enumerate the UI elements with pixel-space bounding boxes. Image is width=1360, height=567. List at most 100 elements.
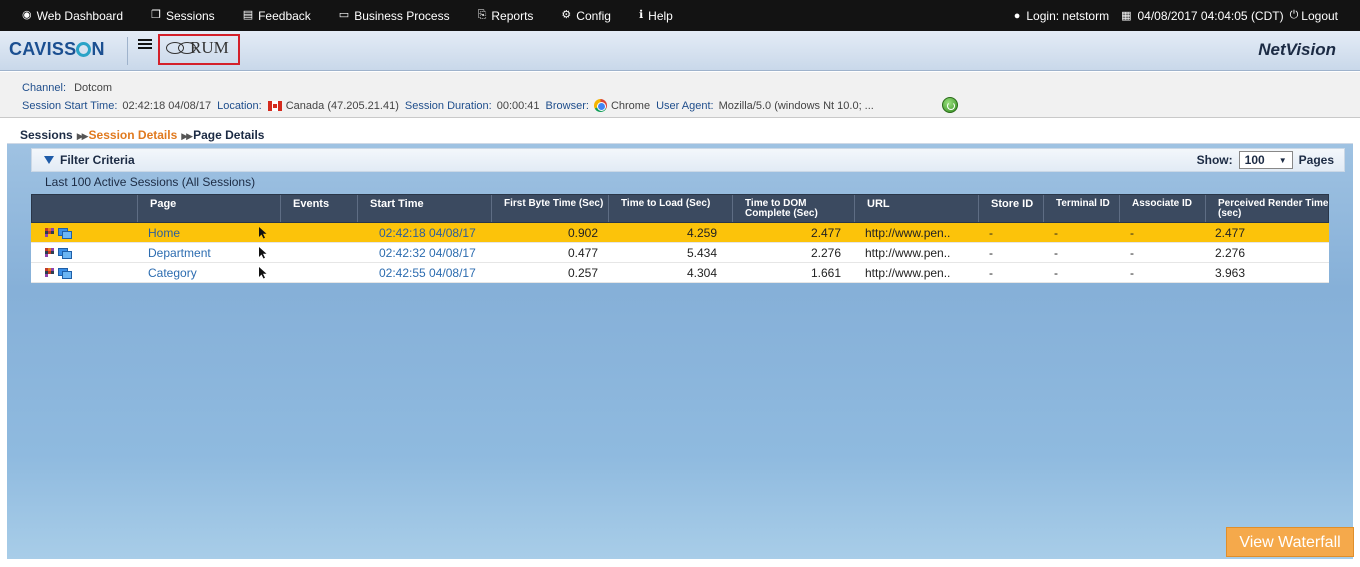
page-grid-icon[interactable]	[45, 228, 54, 237]
column-header[interactable]: URL	[854, 195, 978, 222]
url-value[interactable]: http://www.pen..	[865, 263, 970, 283]
table-row[interactable]: Department 02:42:32 04/08/17 0.477 5.434 2.2…	[31, 243, 1329, 263]
column-header[interactable]: Store ID	[978, 195, 1043, 222]
column-header[interactable]: Time to DOM Complete (Sec)	[732, 195, 854, 222]
nav-item-help[interactable]: ℹ Help	[625, 0, 687, 31]
nav-item-label: Help	[648, 8, 673, 23]
location-value: Canada (47.205.21.41)	[285, 99, 399, 112]
canada-flag-icon	[267, 100, 282, 111]
table-row[interactable]: Category 02:42:55 04/08/17 0.257 4.304 1.661…	[31, 263, 1329, 283]
channel-row: Channel: Dotcom	[22, 82, 118, 94]
logout-link[interactable]: ⏻ Logout	[1290, 9, 1338, 23]
terminal-id-value: -	[1054, 226, 1058, 240]
cursor-icon[interactable]	[258, 226, 268, 239]
nav-item-business-process[interactable]: ▭ Business Process	[325, 0, 464, 31]
first-byte-value: 0.477	[567, 246, 598, 260]
calendar-icon: ▦	[1121, 10, 1132, 22]
table-header: Page Events Start Time First Byte Time (Sec…	[31, 194, 1329, 223]
page-name-link[interactable]: Category	[148, 263, 258, 283]
sessions-panel: Filter Criteria Show: 100 ▼ Pages Last 1…	[7, 144, 1353, 559]
page-screens-icon[interactable]	[58, 248, 72, 259]
channel-label: Channel:	[22, 82, 67, 94]
breadcrumb-page-details[interactable]: Page Details	[193, 128, 264, 142]
show-count-select[interactable]: 100 ▼	[1238, 151, 1293, 169]
column-header[interactable]: Start Time	[357, 195, 491, 222]
page-screens-icon[interactable]	[58, 228, 72, 239]
column-header[interactable]: Page	[137, 195, 280, 222]
sessions-icon: ❐	[151, 9, 161, 21]
cavisson-logo: CAVISS N	[9, 39, 105, 60]
nav-item-web-dashboard[interactable]: ◉ Web Dashboard	[0, 0, 137, 31]
duration-label: Session Duration:	[404, 99, 492, 112]
show-count-value: 100	[1244, 153, 1265, 167]
nav-item-config[interactable]: ⚙ Config	[547, 0, 625, 31]
page-grid-icon[interactable]	[45, 268, 54, 277]
user-icon: ●	[1013, 9, 1021, 22]
url-value[interactable]: http://www.pen..	[865, 223, 970, 243]
breadcrumb-session-details[interactable]: Session Details	[89, 128, 178, 142]
url-value[interactable]: http://www.pen..	[865, 243, 970, 263]
session-info-bar: Channel: Dotcom Session Start Time: 02:4…	[0, 72, 1360, 118]
power-icon: ⏻	[1289, 9, 1299, 21]
show-control: Show: 100 ▼ Pages	[1197, 151, 1334, 169]
main-content: Sessions ▶▶ Session Details ▶▶ Page Details …	[0, 119, 1360, 567]
render-time-value: 3.963	[1215, 266, 1246, 280]
view-waterfall-button[interactable]: View Waterfall	[1226, 527, 1354, 557]
dropdown-arrow-icon: ▼	[1278, 155, 1287, 165]
nav-item-label: Feedback	[258, 8, 311, 23]
page-details-table: Page Events Start Time First Byte Time (Sec…	[31, 194, 1329, 556]
nav-right: ● Login: netstorm ▦ 04/08/2017 04:04:05 …	[1014, 0, 1360, 31]
column-header[interactable]	[32, 195, 137, 222]
sessions-count-label: Last 100 Active Sessions (All Sessions)	[45, 175, 256, 189]
dom-complete-value: 2.477	[810, 226, 841, 240]
cursor-icon[interactable]	[258, 266, 268, 279]
nav-item-label: Reports	[491, 8, 534, 23]
nav-item-feedback[interactable]: ▤ Feedback	[229, 0, 325, 31]
cursor-icon[interactable]	[258, 246, 268, 259]
hamburger-menu-icon[interactable]	[138, 39, 152, 51]
nav-item-sessions[interactable]: ❐ Sessions	[137, 0, 229, 31]
nav-item-label: Web Dashboard	[36, 8, 124, 23]
table-row[interactable]: Home 02:42:18 04/08/17 0.902 4.259 2.477 http…	[31, 223, 1329, 243]
show-label: Show:	[1196, 153, 1233, 167]
nav-item-label: Sessions	[165, 8, 215, 23]
column-header[interactable]: Perceived Render Time (sec)	[1205, 195, 1330, 222]
breadcrumb-sessions[interactable]: Sessions	[20, 128, 73, 142]
channel-value: Dotcom	[74, 82, 113, 94]
page-name-link[interactable]: Department	[148, 243, 258, 263]
page-name-link[interactable]: Home	[148, 223, 258, 243]
page-screens-icon[interactable]	[58, 268, 72, 279]
render-time-value: 2.276	[1215, 246, 1246, 260]
refresh-go-icon[interactable]	[942, 97, 958, 113]
associate-id-value: -	[1130, 246, 1134, 260]
row-icons	[45, 268, 72, 279]
filter-bar: Filter Criteria Show: 100 ▼ Pages	[31, 148, 1345, 172]
nav-item-reports[interactable]: ⎘ Reports	[464, 0, 548, 31]
first-byte-value: 0.902	[567, 226, 598, 240]
column-header[interactable]: Time to Load (Sec)	[608, 195, 732, 222]
table-body: Home 02:42:18 04/08/17 0.902 4.259 2.477 http…	[31, 223, 1329, 283]
start-time-value: 02:42:18 04/08/17	[122, 99, 212, 112]
terminal-id-value: -	[1054, 266, 1058, 280]
reports-icon: ⎘	[477, 9, 487, 21]
render-time-value: 2.477	[1215, 226, 1246, 240]
row-icons	[45, 248, 72, 259]
rum-logo-button[interactable]: RUM	[158, 34, 240, 65]
column-header[interactable]: Events	[280, 195, 357, 222]
column-header[interactable]: Associate ID	[1119, 195, 1205, 222]
logout-label: Logout	[1301, 8, 1338, 23]
load-time-value: 5.434	[686, 246, 717, 260]
store-id-value: -	[989, 226, 993, 240]
associate-id-value: -	[1130, 266, 1134, 280]
nav-items: ◉ Web Dashboard ❐ Sessions ▤ Feedback ▭ Busines…	[0, 0, 687, 31]
filter-criteria-toggle[interactable]: Filter Criteria	[44, 153, 135, 167]
start-time-link[interactable]: 02:42:32 04/08/17	[379, 243, 487, 263]
feedback-icon: ▤	[242, 9, 254, 21]
column-header[interactable]: Terminal ID	[1043, 195, 1119, 222]
logo-text-left: CAVISS	[9, 39, 77, 59]
page-grid-icon[interactable]	[45, 248, 54, 257]
nav-item-label: Business Process	[354, 8, 450, 23]
column-header[interactable]: First Byte Time (Sec)	[491, 195, 608, 222]
start-time-link[interactable]: 02:42:55 04/08/17	[379, 263, 487, 283]
start-time-link[interactable]: 02:42:18 04/08/17	[379, 223, 487, 243]
